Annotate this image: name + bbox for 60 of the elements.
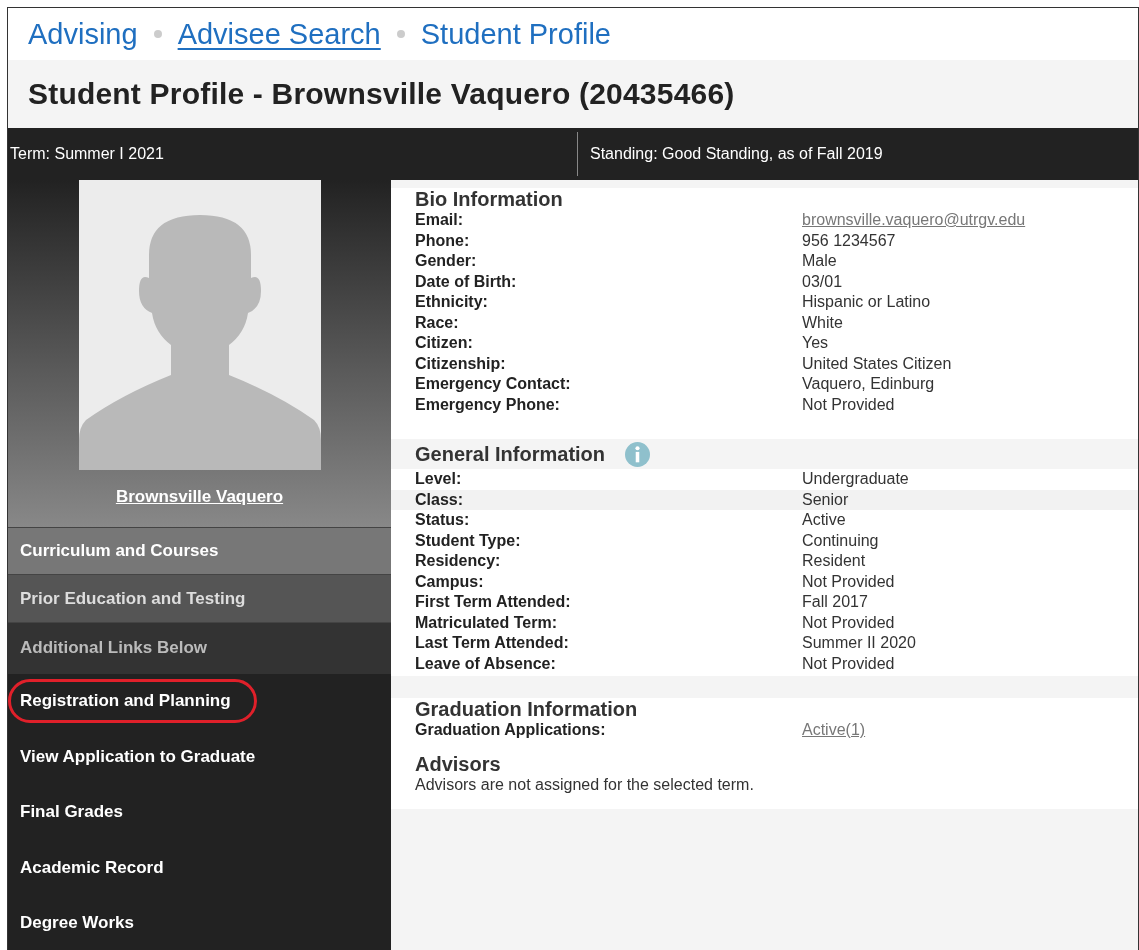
field-value: Senior bbox=[802, 489, 850, 510]
field-label: Citizen: bbox=[415, 333, 474, 353]
field-value: Resident bbox=[802, 551, 867, 571]
sidebar-item[interactable]: Prior Education and Testing bbox=[8, 574, 391, 622]
field-value: Not Provided bbox=[802, 571, 896, 592]
field-label: Date of Birth: bbox=[415, 271, 518, 292]
separator-dot bbox=[153, 30, 162, 38]
field-value: United States Citizen bbox=[802, 353, 953, 374]
sidebar-item[interactable]: Curriculum and Courses bbox=[8, 526, 391, 575]
field-value: Not Provided bbox=[802, 653, 896, 674]
section-title: Advisors bbox=[415, 752, 501, 775]
field-value: Vaquero, Edinburg bbox=[802, 374, 936, 394]
advisors-note: Advisors are not assigned for the selected term. bbox=[414, 774, 755, 795]
field-label: Last Term Attended: bbox=[415, 633, 570, 653]
field-label: Graduation Applications: bbox=[415, 720, 607, 740]
field-label: Matriculated Term: bbox=[415, 612, 558, 633]
field-label: Phone: bbox=[415, 230, 471, 251]
separator-dot bbox=[396, 30, 405, 38]
info-icon[interactable] bbox=[625, 441, 651, 467]
section-title: Graduation Information bbox=[415, 698, 638, 720]
field-label: Race: bbox=[415, 312, 460, 333]
field-value: Yes bbox=[802, 333, 830, 353]
field-label: Ethnicity: bbox=[415, 292, 489, 312]
section-title: Bio Information bbox=[415, 188, 563, 210]
field-value: Not Provided bbox=[802, 612, 896, 633]
field-value: Active bbox=[802, 510, 847, 530]
field-value: Continuing bbox=[802, 530, 880, 551]
field-label: Campus: bbox=[415, 571, 485, 592]
page-title: Student Profile - Brownsville Vaquero (20435466) bbox=[28, 77, 735, 111]
field-value: Male bbox=[802, 251, 838, 271]
field-label: Email: bbox=[415, 210, 464, 230]
info-text: Standing: Good Standing, as of Fall 2019 bbox=[590, 145, 883, 163]
field-label: Gender: bbox=[415, 251, 478, 271]
field-value: Fall 2017 bbox=[802, 592, 869, 612]
field-label: Class: bbox=[415, 489, 465, 510]
breadcrumb-link[interactable]: Student Profile bbox=[420, 17, 611, 51]
field-value: Hispanic or Latino bbox=[802, 292, 932, 312]
sidebar-item[interactable]: Additional Links Below bbox=[8, 622, 391, 674]
field-label: Status: bbox=[415, 510, 471, 530]
field-value: Not Provided bbox=[802, 394, 896, 415]
student-name-link[interactable]: Brownsville Vaquero bbox=[115, 487, 284, 507]
field-label: Level: bbox=[415, 469, 463, 489]
field-label: Emergency Phone: bbox=[415, 394, 561, 415]
field-value: 03/01 bbox=[802, 271, 844, 292]
field-label: Leave of Absence: bbox=[415, 653, 557, 674]
info-text: Term: Summer I 2021 bbox=[10, 145, 164, 163]
field-value: 956 1234567 bbox=[802, 230, 897, 251]
field-value: Undergraduate bbox=[802, 469, 910, 489]
field-label: Residency: bbox=[415, 551, 502, 571]
field-label: Student Type: bbox=[415, 530, 522, 551]
breadcrumb-link[interactable]: Advisee Search bbox=[177, 17, 381, 51]
field-value: Summer II 2020 bbox=[802, 633, 917, 653]
field-label: Citizenship: bbox=[415, 353, 507, 374]
field-label: Emergency Contact: bbox=[415, 374, 572, 394]
breadcrumb-link[interactable]: Advising bbox=[28, 17, 138, 51]
field-value: White bbox=[802, 312, 844, 333]
field-link[interactable]: brownsville.vaquero@utrgv.edu bbox=[802, 210, 1026, 231]
section-title: General Information bbox=[415, 443, 606, 465]
field-link[interactable]: Active(1) bbox=[802, 720, 866, 741]
field-label: First Term Attended: bbox=[415, 592, 572, 612]
